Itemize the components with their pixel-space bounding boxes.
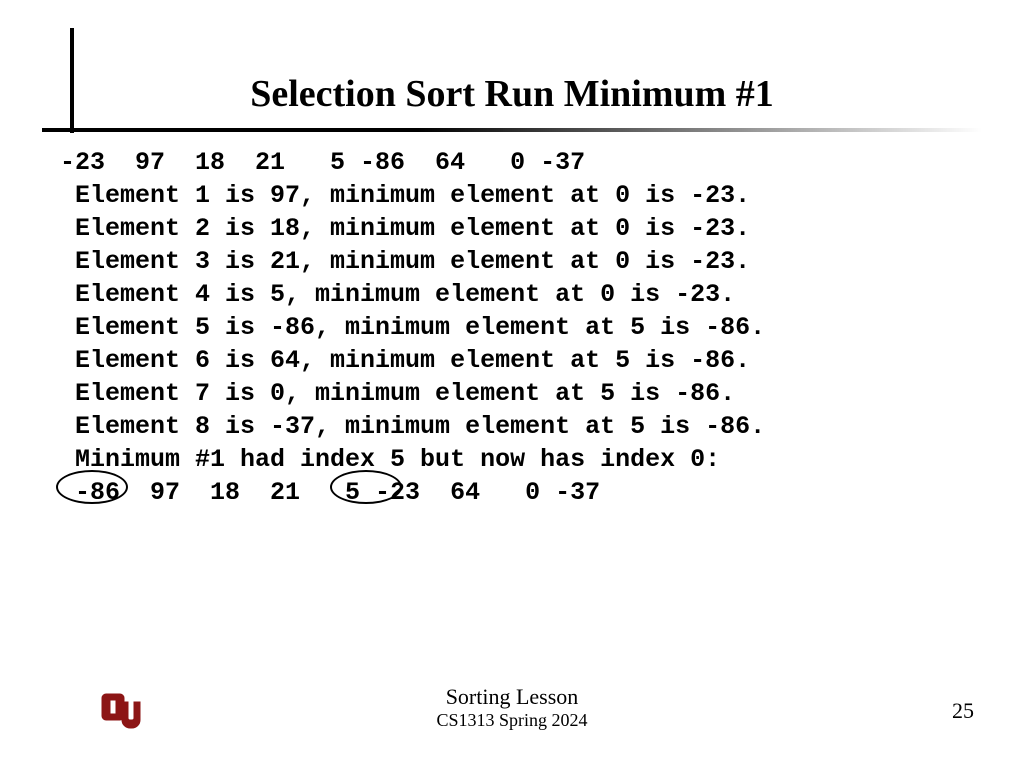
decoration-horizontal-line	[42, 128, 982, 132]
footer-center: Sorting Lesson CS1313 Spring 2024	[0, 684, 1024, 732]
slide-title: Selection Sort Run Minimum #1	[0, 72, 1024, 116]
circle-annotation-swapped-1	[56, 470, 128, 504]
code-output-block: -23 97 18 21 5 -86 64 0 -37 Element 1 is…	[60, 146, 765, 509]
slide: Selection Sort Run Minimum #1 -23 97 18 …	[0, 0, 1024, 768]
page-number: 25	[952, 698, 974, 724]
footer-course: CS1313 Spring 2024	[0, 710, 1024, 732]
footer-lesson-title: Sorting Lesson	[0, 684, 1024, 710]
circle-annotation-swapped-2	[330, 470, 402, 504]
